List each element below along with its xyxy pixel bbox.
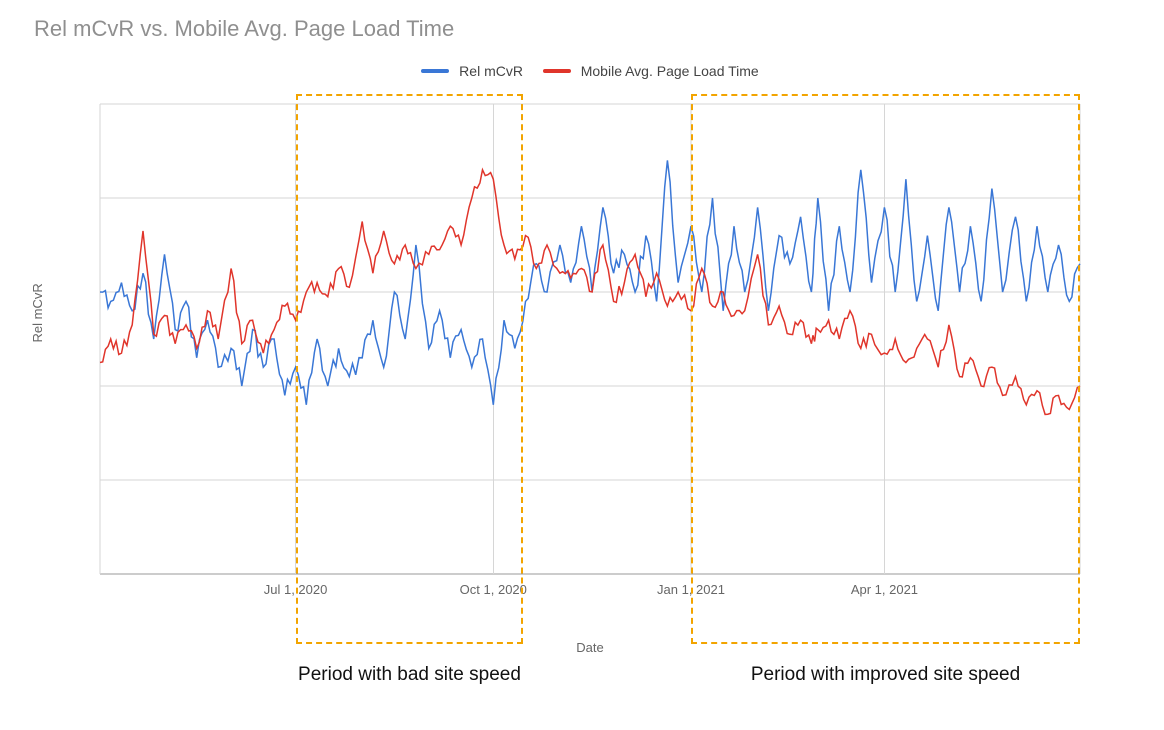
legend-swatch-blue bbox=[421, 69, 449, 73]
x-axis-label: Date bbox=[90, 640, 1090, 655]
svg-text:Jan 1, 2021: Jan 1, 2021 bbox=[657, 582, 725, 597]
legend: Rel mCvR Mobile Avg. Page Load Time bbox=[0, 63, 1164, 79]
svg-text:Apr 1, 2021: Apr 1, 2021 bbox=[851, 582, 918, 597]
chart-title: Rel mCvR vs. Mobile Avg. Page Load Time bbox=[34, 16, 454, 42]
svg-text:Oct 1, 2020: Oct 1, 2020 bbox=[460, 582, 527, 597]
legend-swatch-red bbox=[543, 69, 571, 73]
annotation-bad: Period with bad site speed bbox=[298, 664, 521, 686]
svg-text:Jul 1, 2020: Jul 1, 2020 bbox=[264, 582, 328, 597]
legend-label-blue: Rel mCvR bbox=[459, 63, 523, 79]
plot-area: 0%0.0010%2.0020%4.0030%6.0040%8.0050%10.… bbox=[90, 94, 1090, 604]
y-axis-left-label: Rel mCvR bbox=[30, 283, 45, 342]
annotation-good: Period with improved site speed bbox=[751, 664, 1020, 686]
legend-label-red: Mobile Avg. Page Load Time bbox=[581, 63, 759, 79]
